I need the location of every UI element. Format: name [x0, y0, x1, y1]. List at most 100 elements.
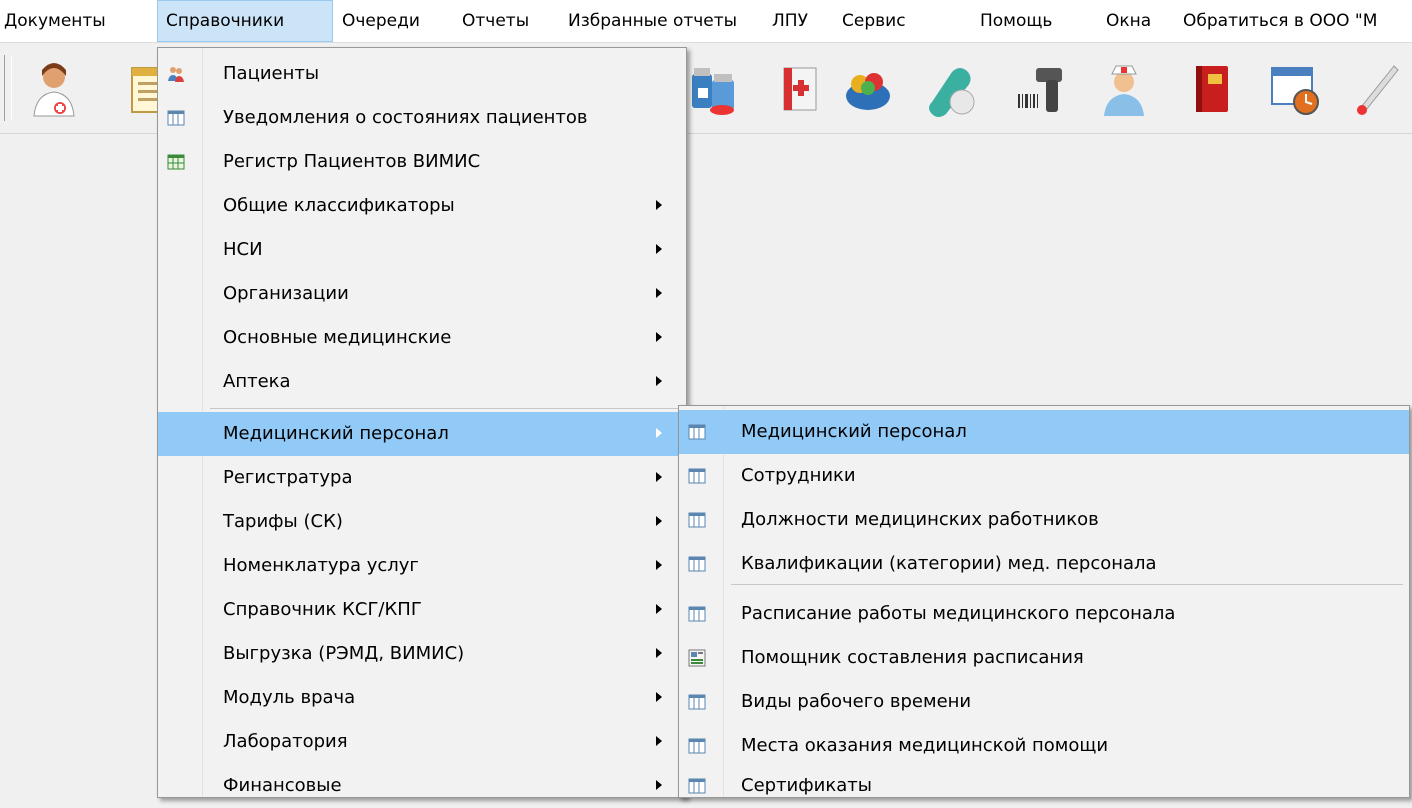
menu-item-laboratory[interactable]: Лаборатория — [158, 720, 686, 764]
submenu-item-label: Места оказания медицинской помощи — [741, 735, 1109, 756]
menu-item-label: Организации — [223, 283, 349, 304]
menu-item-organizations[interactable]: Организации — [158, 272, 686, 316]
menu-separator — [210, 408, 680, 409]
menu-contact-support[interactable]: Обратиться в ООО "М — [1183, 0, 1412, 42]
submenu-arrow-icon — [656, 332, 662, 342]
menu-item-label: Общие классификаторы — [223, 195, 455, 216]
table-icon — [688, 512, 706, 528]
doctor-icon[interactable] — [26, 58, 82, 120]
submenu-arrow-icon — [656, 560, 662, 570]
table-icon — [688, 424, 706, 440]
menu-item-basic-medical[interactable]: Основные медицинские — [158, 316, 686, 360]
menu-item-label: Лаборатория — [223, 731, 348, 752]
submenu-separator — [731, 584, 1403, 585]
green-table-icon — [167, 154, 185, 170]
menu-item-service-nomenclature[interactable]: Номенклатура услуг — [158, 544, 686, 588]
submenu-item-medical-staff[interactable]: Медицинский персонал — [679, 410, 1409, 454]
submenu-arrow-icon — [656, 288, 662, 298]
menu-item-general-classifiers[interactable]: Общие классификаторы — [158, 184, 686, 228]
thermometer-icon[interactable] — [1350, 58, 1406, 120]
menu-item-label: Регистратура — [223, 467, 353, 488]
menu-item-label: Тарифы (СК) — [223, 511, 343, 532]
table-icon — [688, 468, 706, 484]
submenu-arrow-icon — [656, 692, 662, 702]
menu-item-label: Медицинский персонал — [223, 423, 449, 444]
menu-item-export-remd-vimis[interactable]: Выгрузка (РЭМД, ВИМИС) — [158, 632, 686, 676]
menu-documents[interactable]: Документы — [0, 0, 154, 42]
menu-item-patients[interactable]: Пациенты — [158, 52, 686, 96]
table-icon — [688, 738, 706, 754]
red-book-icon[interactable] — [1184, 58, 1240, 120]
submenu-item-label: Расписание работы медицинского персонала — [741, 603, 1176, 624]
menu-item-label: НСИ — [223, 239, 263, 260]
toolbar-grip[interactable] — [4, 55, 12, 121]
menu-item-patient-notifications[interactable]: Уведомления о состояниях пациентов — [158, 96, 686, 140]
submenu-arrow-icon — [656, 736, 662, 746]
menu-item-label: Модуль врача — [223, 687, 356, 708]
menu-item-pharmacy[interactable]: Аптека — [158, 360, 686, 404]
submenu-item-work-schedule[interactable]: Расписание работы медицинского персонала — [679, 592, 1409, 636]
menu-item-ksg-kpg[interactable]: Справочник КСГ/КПГ — [158, 588, 686, 632]
menu-item-label: Регистр Пациентов ВИМИС — [223, 151, 481, 172]
menu-item-label: Номенклатура услуг — [223, 555, 419, 576]
submenu-item-label: Сертификаты — [741, 775, 872, 796]
submenu-arrow-icon — [656, 780, 662, 790]
schedule-clock-icon[interactable] — [1266, 58, 1322, 120]
menu-item-vimis-register[interactable]: Регистр Пациентов ВИМИС — [158, 140, 686, 184]
patients-icon — [168, 67, 184, 82]
medical-book-icon[interactable] — [772, 58, 828, 120]
table-icon — [688, 694, 706, 710]
menu-item-registry[interactable]: Регистратура — [158, 456, 686, 500]
vaccine-basket-icon[interactable] — [840, 58, 896, 120]
pill-icon[interactable] — [924, 58, 980, 120]
submenu-item-label: Сотрудники — [741, 465, 856, 486]
menu-bar: Документы Справочники Очереди Отчеты Изб… — [0, 0, 1412, 43]
submenu-item-qualifications[interactable]: Квалификации (категории) мед. персонала — [679, 542, 1409, 586]
submenu-item-label: Помощник составления расписания — [741, 647, 1084, 668]
submenu-item-work-time-types[interactable]: Виды рабочего времени — [679, 680, 1409, 724]
medicines-icon[interactable] — [686, 58, 742, 120]
menu-item-label: Уведомления о состояниях пациентов — [223, 107, 588, 128]
submenu-item-label: Квалификации (категории) мед. персонала — [741, 553, 1157, 574]
submenu-arrow-icon — [656, 376, 662, 386]
submenu-arrow-icon — [656, 604, 662, 614]
menu-item-tariffs[interactable]: Тарифы (СК) — [158, 500, 686, 544]
submenu-arrow-icon — [656, 244, 662, 254]
menu-item-label: Выгрузка (РЭМД, ВИМИС) — [223, 643, 465, 664]
menu-item-financial[interactable]: Финансовые — [158, 764, 686, 808]
table-icon — [688, 606, 706, 622]
submenu-item-label: Виды рабочего времени — [741, 691, 972, 712]
menu-item-medical-staff[interactable]: Медицинский персонал — [158, 412, 686, 456]
submenu-arrow-icon — [656, 516, 662, 526]
table-icon — [167, 110, 185, 126]
menu-item-label: Основные медицинские — [223, 327, 452, 348]
submenu-arrow-icon — [656, 648, 662, 658]
menu-reports[interactable]: Отчеты — [462, 0, 557, 42]
schedule-wizard-icon — [688, 649, 706, 667]
menu-lpu[interactable]: ЛПУ — [772, 0, 822, 42]
menu-windows[interactable]: Окна — [1106, 0, 1166, 42]
submenu-item-positions[interactable]: Должности медицинских работников — [679, 498, 1409, 542]
submenu-item-label: Должности медицинских работников — [741, 509, 1099, 530]
menu-item-label: Аптека — [223, 371, 291, 392]
submenu-item-certificates[interactable]: Сертификаты — [679, 764, 1409, 808]
medical-staff-submenu: Медицинский персонал Сотрудники Должност… — [678, 405, 1410, 798]
submenu-item-care-locations[interactable]: Места оказания медицинской помощи — [679, 724, 1409, 768]
directories-dropdown: Пациенты Уведомления о состояниях пациен… — [157, 47, 687, 798]
menu-favorite-reports[interactable]: Избранные отчеты — [568, 0, 758, 42]
menu-help[interactable]: Помощь — [980, 0, 1080, 42]
submenu-item-schedule-wizard[interactable]: Помощник составления расписания — [679, 636, 1409, 680]
submenu-item-employees[interactable]: Сотрудники — [679, 454, 1409, 498]
menu-item-label: Финансовые — [223, 775, 342, 796]
menu-service[interactable]: Сервис — [842, 0, 922, 42]
barcode-scanner-icon[interactable] — [1012, 58, 1068, 120]
nurse-icon[interactable] — [1096, 58, 1152, 120]
menu-item-nsi[interactable]: НСИ — [158, 228, 686, 272]
menu-item-label: Пациенты — [223, 63, 320, 84]
menu-directories[interactable]: Справочники — [157, 0, 333, 42]
menu-queues[interactable]: Очереди — [342, 0, 452, 42]
menu-item-label: Справочник КСГ/КПГ — [223, 599, 422, 620]
submenu-arrow-icon — [656, 428, 662, 438]
menu-item-doctor-module[interactable]: Модуль врача — [158, 676, 686, 720]
submenu-arrow-icon — [656, 472, 662, 482]
